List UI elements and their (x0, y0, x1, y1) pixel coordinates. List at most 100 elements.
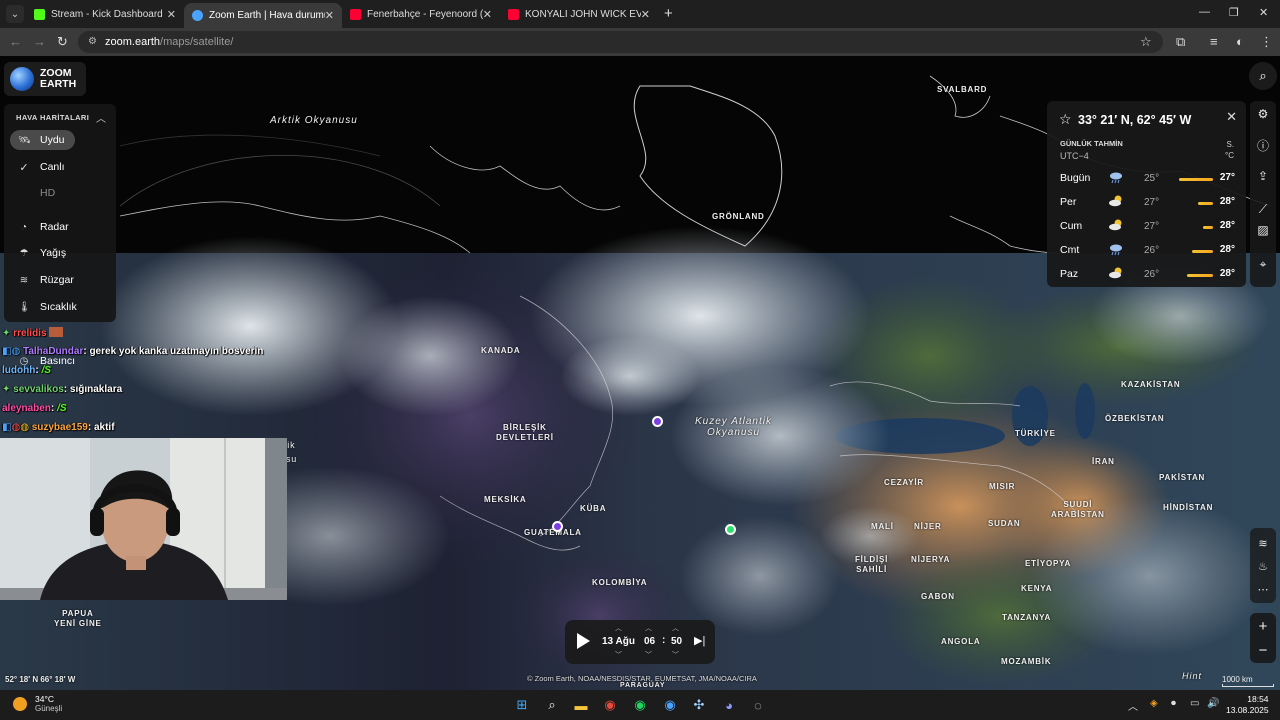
back-arrow-icon[interactable]: ← (9, 34, 22, 49)
play-icon[interactable] (577, 633, 590, 649)
label-usa: BİRLEŞİK DEVLETLERİ (496, 423, 554, 443)
search-icon[interactable]: ⌕ (542, 695, 562, 715)
settings-gear-icon[interactable]: ⚙ (1252, 103, 1274, 125)
close-window-button[interactable]: ✕ (1259, 6, 1268, 19)
display-icon[interactable]: ▭ (1190, 698, 1199, 709)
date-down-icon[interactable]: ﹀ (615, 650, 622, 660)
more-icon[interactable]: ⋯ (1252, 578, 1274, 600)
minute-down-icon[interactable]: ﹀ (672, 650, 679, 660)
check-icon: ✓ (19, 161, 29, 174)
timeline-minute[interactable]: 50 (671, 636, 682, 647)
forecast-row[interactable]: Bugün 25° 27° (1060, 170, 1235, 188)
microphone-icon[interactable]: ⏺ (1171, 698, 1176, 709)
forecast-row[interactable]: Cmt 26° 28° (1060, 242, 1235, 260)
layer-radar[interactable]: ◔ Radar (10, 217, 79, 237)
skip-to-now-icon[interactable]: ▶| (694, 634, 705, 647)
browser-menu-icon[interactable]: ⋮ (1260, 34, 1273, 50)
app-icon[interactable]: ◌ (748, 695, 768, 715)
weather-layers-panel: HAVA HARİTALARI ︿ 🛰 Uydu ✓ Canlı HD ◔ Radar… (4, 104, 116, 322)
search-icon[interactable]: ⌕ (1249, 62, 1277, 90)
tray-app-icon[interactable]: ◈ (1150, 698, 1158, 709)
forecast-day: Bugün (1060, 172, 1091, 184)
discord-icon[interactable]: ◕ (719, 695, 739, 715)
bookmark-star-icon[interactable]: ☆ (1140, 34, 1152, 50)
layer-precipitation[interactable]: ☂ Yağış (10, 243, 76, 263)
share-icon[interactable]: ⇪ (1252, 165, 1274, 187)
hour-down-icon[interactable]: ﹀ (645, 650, 652, 660)
site-info-icon[interactable]: ⚙ (88, 36, 100, 48)
tab-fenerbahce-video[interactable]: Fenerbahçe - Feyenoord (5-2) İ ✕ (342, 3, 500, 25)
label-ivory-line2: SAHİLİ (856, 565, 888, 574)
storm-marker[interactable] (725, 524, 736, 535)
zoom-in-icon[interactable]: + (1252, 615, 1274, 637)
label-canada: KANADA (481, 346, 521, 355)
tab-close-icon[interactable]: ✕ (483, 8, 492, 21)
measure-icon[interactable]: ⟋ (1252, 198, 1274, 220)
extensions-icon[interactable]: ⧉ (1176, 34, 1185, 50)
network-app-icon[interactable]: ✣ (689, 695, 709, 715)
tab-zoom-earth[interactable]: Zoom Earth | Hava durumu har ✕ (184, 3, 342, 28)
spotify-icon[interactable]: ◉ (630, 695, 650, 715)
zoom-out-icon[interactable]: − (1252, 639, 1274, 661)
favorite-star-icon[interactable]: ☆ (1059, 111, 1072, 128)
file-explorer-icon[interactable]: ▬ (571, 695, 591, 715)
tab-search-menu[interactable]: ⌄ (6, 5, 24, 23)
globe-icon (10, 67, 34, 91)
windows-start-icon[interactable]: ⊞ (512, 695, 532, 715)
hour-up-icon[interactable]: ︿ (645, 623, 652, 633)
tab-konyali-video[interactable]: KONYALI JOHN WICK EV ZİYARE ✕ (500, 3, 658, 25)
forecast-row[interactable]: Cum 27° 28° (1060, 218, 1235, 236)
forecast-row[interactable]: Per 27° 28° (1060, 194, 1235, 212)
layer-wind[interactable]: ≋ Rüzgar (10, 270, 84, 290)
chrome-icon[interactable]: ◉ (600, 695, 620, 715)
chrome-active-icon[interactable]: ◉ (660, 695, 680, 715)
layer-label: Yağış (40, 247, 67, 259)
satellite-map[interactable]: Arktik Okyanusu SVALBARD GRÖNLAND KANADA… (0, 56, 1280, 690)
info-icon[interactable]: ⓘ (1252, 134, 1274, 156)
forecast-row[interactable]: Paz 26° 28° (1060, 266, 1235, 284)
media-controls-icon[interactable]: ≡ (1210, 34, 1218, 49)
unit-bottom: °C (1225, 151, 1234, 160)
address-field[interactable]: ⚙ zoom.earth/maps/satellite/ ☆ (78, 31, 1163, 53)
system-clock[interactable]: 18:54 13.08.2025 (1226, 694, 1269, 716)
reload-icon[interactable]: ↻ (57, 34, 68, 50)
close-icon[interactable]: ✕ (1226, 109, 1237, 125)
tab-close-icon[interactable]: ✕ (325, 9, 334, 22)
layer-temperature[interactable]: 🌡 Sıcaklık (10, 297, 87, 317)
storm-marker[interactable] (552, 521, 563, 532)
restore-button[interactable]: ❐ (1229, 6, 1239, 19)
chevron-up-icon[interactable]: ︿ (1128, 698, 1138, 713)
timeline-hour[interactable]: 06 (644, 636, 655, 647)
tab-kick-dashboard[interactable]: Stream - Kick Dashboard ✕ (26, 3, 184, 25)
wind-overlay-icon[interactable]: ≋ (1252, 532, 1274, 554)
layer-satellite[interactable]: 🛰 Uydu (10, 130, 75, 150)
zoom-earth-logo[interactable]: ZOOM EARTH (4, 62, 86, 96)
label-algeria: CEZAYİR (884, 478, 924, 487)
forward-arrow-icon[interactable]: → (33, 34, 46, 49)
layers-grid-icon[interactable]: ▨ (1252, 219, 1274, 241)
minute-up-icon[interactable]: ︿ (672, 623, 679, 633)
new-tab-button[interactable]: + (664, 5, 673, 22)
weather-widget[interactable]: 34°C Güneşli (13, 694, 62, 714)
unit-top: S. (1226, 140, 1234, 149)
layer-hd[interactable]: HD (10, 183, 65, 203)
forecast-low: 26° (1144, 269, 1160, 280)
tab-close-icon[interactable]: ✕ (167, 8, 176, 21)
map-attribution[interactable]: © Zoom Earth, NOAA/NESDIS/STAR, EUMETSAT… (527, 674, 757, 683)
volume-icon[interactable]: 🔊 (1207, 698, 1219, 709)
label-greenland: GRÖNLAND (712, 212, 765, 221)
tab-close-icon[interactable]: ✕ (641, 8, 650, 21)
chevron-up-icon[interactable]: ︿ (96, 110, 106, 125)
browser-toolbar: ← → ↻ ⚙ zoom.earth/maps/satellite/ ☆ ⧉ ≡… (0, 28, 1280, 56)
zoom-controls: + − (1250, 613, 1276, 663)
timeline-date[interactable]: 13 Ağu (602, 636, 635, 647)
storm-marker[interactable] (652, 416, 663, 427)
fire-icon[interactable]: ♨ (1252, 555, 1274, 577)
date-up-icon[interactable]: ︿ (615, 623, 622, 633)
profile-icon[interactable]: ◐ (1236, 34, 1244, 49)
forecast-unit[interactable]: S. °C (1225, 139, 1234, 161)
minimize-button[interactable]: — (1199, 6, 1210, 18)
layer-live[interactable]: ✓ Canlı (10, 157, 75, 177)
forecast-high: 28° (1219, 244, 1235, 255)
locate-icon[interactable]: ⌖ (1252, 253, 1274, 275)
